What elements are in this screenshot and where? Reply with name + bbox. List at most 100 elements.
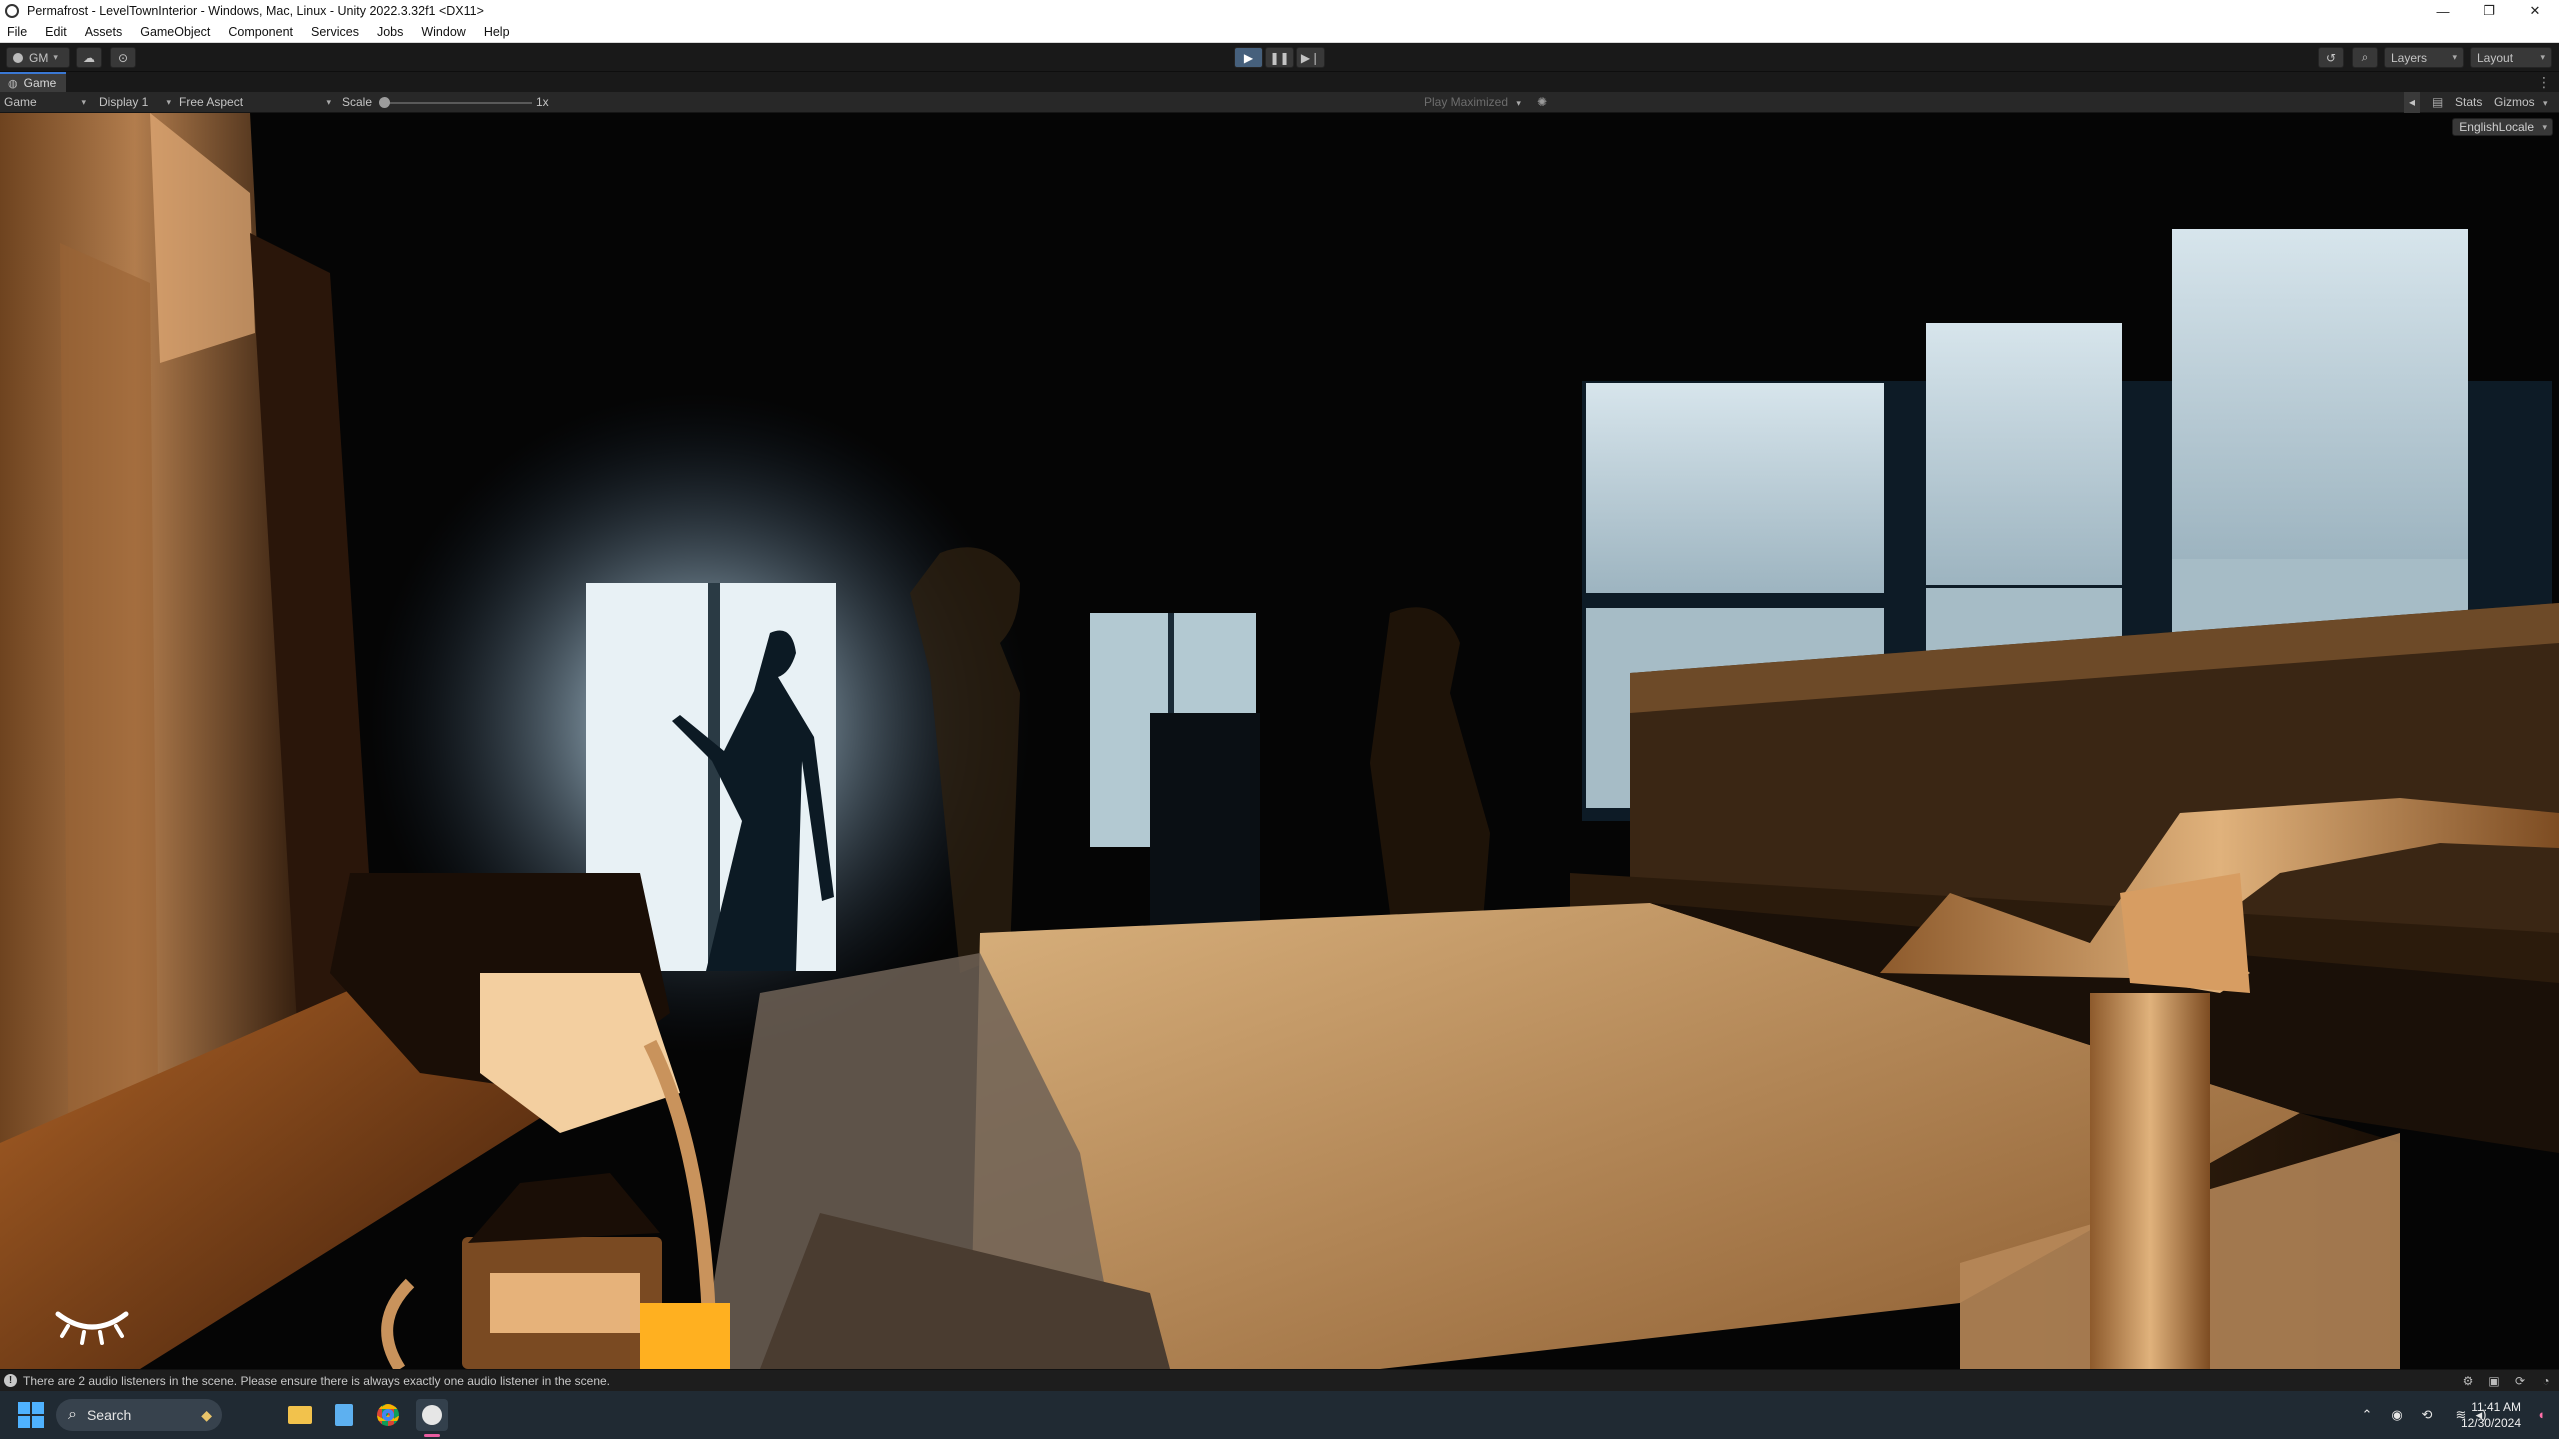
layout-label: Layout: [2477, 50, 2514, 65]
search-highlight-icon: ◆: [201, 1406, 212, 1423]
account-label: GM: [29, 50, 49, 65]
history-icon: ↺: [2325, 50, 2337, 65]
keyboard-icon: ▤: [2432, 95, 2444, 109]
unity-app-icon: [422, 1405, 442, 1425]
account-dropdown[interactable]: GM ▾: [6, 47, 70, 68]
play-maximized-dropdown[interactable]: Play Maximized ▾: [1424, 92, 1521, 113]
notepad-icon: [335, 1404, 353, 1426]
close-button[interactable]: ✕: [2512, 0, 2558, 22]
file-explorer-button[interactable]: [284, 1399, 316, 1431]
pause-button[interactable]: ❚❚: [1265, 47, 1294, 68]
locale-dropdown[interactable]: EnglishLocale ▾: [2452, 118, 2553, 136]
chevron-down-icon: ▾: [2542, 122, 2547, 132]
game-view-toolbar: Game ▾ Display 1 ▾ Free Aspect ▾ Scale 1…: [0, 92, 2559, 113]
chevron-down-icon: ▾: [53, 52, 58, 62]
info-icon: !: [4, 1374, 17, 1387]
clock-time: 11:41 AM: [2471, 1400, 2521, 1414]
shortcuts-button[interactable]: ▤: [2432, 92, 2443, 113]
menu-component[interactable]: Component: [219, 22, 302, 43]
step-icon: ▶❘: [1300, 50, 1321, 65]
main-toolbar: GM ▾ ☁ ⊙ ▶ ❚❚ ▶❘ ↺ ⌕ Layers ▾ Layout ▾: [0, 43, 2559, 72]
console-status-bar[interactable]: ! There are 2 audio listeners in the sce…: [0, 1369, 2559, 1391]
closed-eye-icon: [55, 1311, 129, 1345]
scale-label: Scale: [342, 95, 373, 109]
menu-file[interactable]: File: [0, 22, 36, 43]
tab-game-label: Game: [23, 76, 57, 90]
status-right-icons: ⚙ ▣ ⟳ ◔: [2461, 1374, 2553, 1388]
menu-jobs[interactable]: Jobs: [368, 22, 412, 43]
menu-window[interactable]: Window: [412, 22, 474, 43]
folder-icon: [288, 1406, 312, 1424]
locale-label: EnglishLocale: [2459, 120, 2534, 134]
account-icon: [13, 52, 23, 63]
taskbar-search-box[interactable]: ⌕ Search ◆: [56, 1399, 222, 1431]
search-icon: ⌕: [2361, 50, 2369, 64]
unity-editor-button[interactable]: [416, 1399, 448, 1431]
search-button[interactable]: ⌕: [2352, 47, 2378, 68]
scale-value: 1x: [536, 95, 549, 109]
gizmos-dropdown[interactable]: Gizmos ▾: [2494, 92, 2548, 113]
cloud-icon: ☁: [83, 50, 95, 65]
layers-label: Layers: [2391, 50, 2428, 65]
mute-audio-button[interactable]: ◂: [2404, 92, 2420, 113]
cloud-button[interactable]: ☁: [76, 47, 102, 68]
notification-bell-icon[interactable]: ◖: [2533, 1407, 2549, 1423]
notepad-button[interactable]: [328, 1399, 360, 1431]
discord-icon[interactable]: ◉: [2389, 1407, 2405, 1423]
chevron-down-icon: ▾: [1516, 98, 1521, 108]
chevron-down-icon: ▾: [166, 97, 171, 107]
menu-assets[interactable]: Assets: [76, 22, 132, 43]
collab-icon: ⊙: [117, 50, 129, 65]
chevron-down-icon: ▾: [81, 97, 86, 107]
scale-slider-track[interactable]: [384, 102, 532, 104]
collab-button[interactable]: ⊙: [110, 47, 136, 68]
collab-status-icon[interactable]: ◔: [2539, 1374, 2553, 1388]
menu-edit[interactable]: Edit: [36, 22, 76, 43]
menu-gameobject[interactable]: GameObject: [131, 22, 219, 43]
play-maximized-label: Play Maximized: [1424, 95, 1509, 109]
chrome-button[interactable]: [372, 1399, 404, 1431]
minimize-button[interactable]: —: [2420, 0, 2466, 22]
auto-refresh-icon[interactable]: ⟳: [2513, 1374, 2527, 1388]
maximize-button[interactable]: ❐: [2466, 0, 2512, 22]
aspect-dropdown[interactable]: Free Aspect ▾: [179, 92, 331, 113]
windows-start-button[interactable]: [18, 1402, 44, 1428]
view-mode-label: Game: [4, 95, 37, 109]
menu-help[interactable]: Help: [475, 22, 519, 43]
gizmos-label: Gizmos: [2494, 95, 2535, 109]
window-titlebar: Permafrost - LevelTownInterior - Windows…: [0, 0, 2559, 22]
system-tray: ⌃ ◉ ⟲ ≋ ◂): [2359, 1391, 2559, 1439]
tab-menu-icon[interactable]: ⋮: [2537, 74, 2551, 91]
active-app-indicator: [424, 1434, 440, 1437]
debug-button[interactable]: ✺: [1537, 92, 1547, 113]
menu-bar: File Edit Assets GameObject Component Se…: [0, 22, 2559, 43]
view-mode-dropdown[interactable]: Game ▾: [4, 92, 86, 113]
tab-strip: ◍ Game ⋮: [0, 72, 2559, 92]
cache-server-icon[interactable]: ▣: [2487, 1374, 2501, 1388]
scale-slider-knob[interactable]: [379, 97, 390, 108]
windows-logo-icon: [18, 1402, 30, 1414]
undo-history-button[interactable]: ↺: [2318, 47, 2344, 68]
chevron-up-icon[interactable]: ⌃: [2359, 1407, 2375, 1423]
tab-game[interactable]: ◍ Game: [0, 72, 66, 92]
chevron-down-icon: ▾: [326, 97, 331, 107]
layout-dropdown[interactable]: Layout ▾: [2470, 47, 2552, 68]
step-button[interactable]: ▶❘: [1296, 47, 1325, 68]
sync-icon[interactable]: ⟲: [2419, 1407, 2435, 1423]
chevron-down-icon: ▾: [2543, 98, 2548, 108]
menu-services[interactable]: Services: [302, 22, 368, 43]
display-dropdown[interactable]: Display 1 ▾: [99, 92, 171, 113]
layers-dropdown[interactable]: Layers ▾: [2384, 47, 2464, 68]
clock-date: 12/30/2024: [2460, 1416, 2521, 1430]
progress-icon[interactable]: ⚙: [2461, 1374, 2475, 1388]
play-button[interactable]: ▶: [1234, 47, 1263, 68]
game-viewport[interactable]: EnglishLocale ▾: [0, 113, 2559, 1369]
aspect-label: Free Aspect: [179, 95, 244, 109]
os-taskbar: ⌕ Search ◆ ⌃ ◉ ⟲ ≋ ◂) 11:41 AM 12/30/202…: [0, 1391, 2559, 1439]
stats-button[interactable]: Stats: [2455, 92, 2482, 113]
taskbar-clock[interactable]: 11:41 AM 12/30/2024: [2461, 1399, 2521, 1431]
unity-logo-icon: [5, 4, 19, 18]
gamepad-icon: ◍: [8, 77, 18, 90]
chevron-down-icon: ▾: [2540, 52, 2545, 62]
bug-icon: ✺: [1537, 95, 1548, 109]
